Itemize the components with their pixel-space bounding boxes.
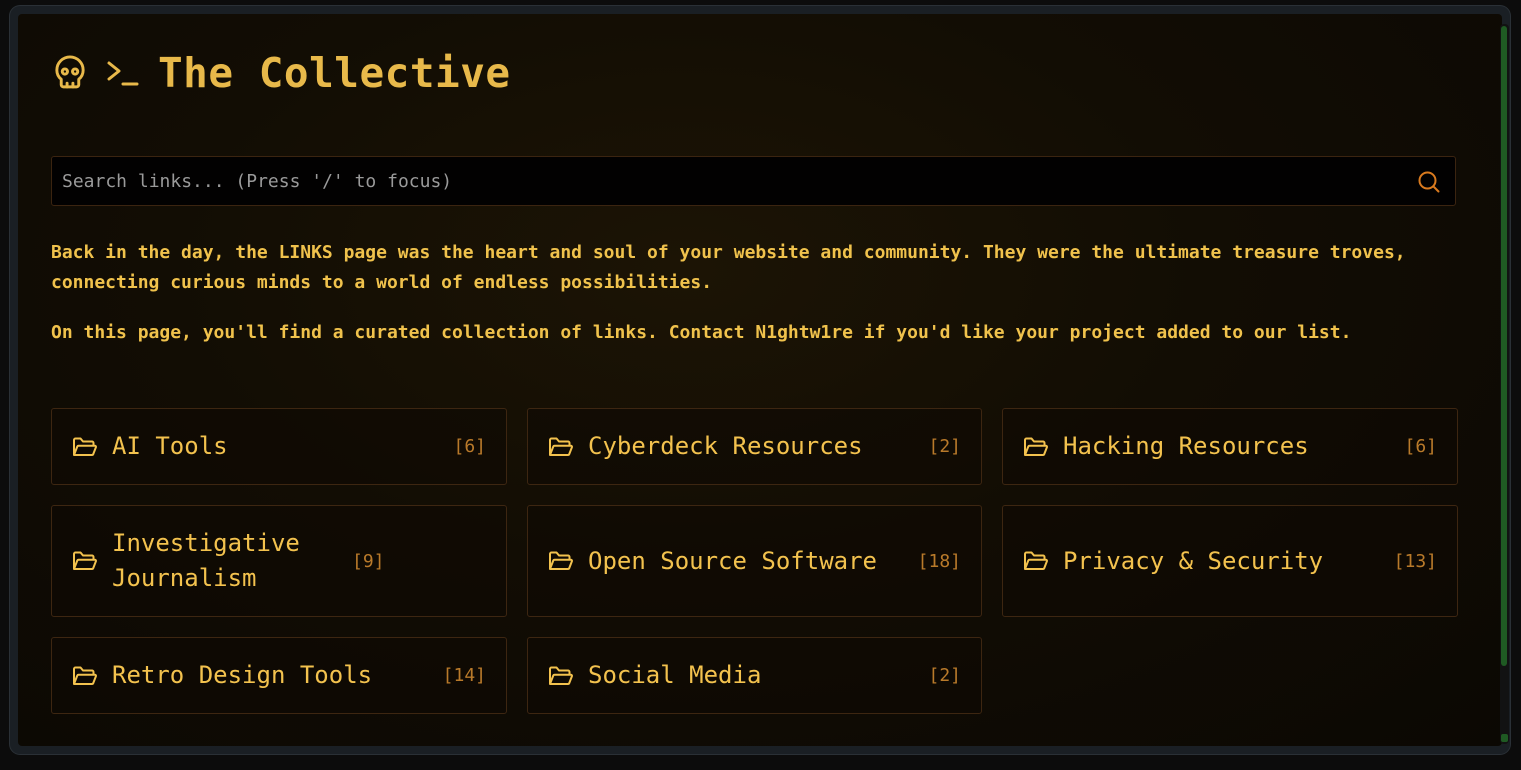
category-label: Privacy & Security: [1063, 546, 1324, 575]
category-card-retro-design-tools[interactable]: Retro Design Tools [14]: [51, 637, 507, 714]
category-count: [9]: [352, 550, 385, 572]
category-label: Social Media: [588, 661, 762, 689]
category-card-cyberdeck-resources[interactable]: Cyberdeck Resources [2]: [527, 408, 982, 485]
category-count: [6]: [1404, 436, 1437, 457]
category-label: AI Tools: [112, 432, 228, 460]
folder-open-icon: [549, 437, 573, 456]
category-count: [6]: [453, 436, 486, 457]
site-header: The Collective: [52, 46, 511, 100]
category-count: [14]: [442, 665, 486, 686]
intro-text: Back in the day, the LINKS page was the …: [51, 238, 1471, 348]
category-count: [2]: [928, 665, 961, 686]
category-label: Retro Design Tools: [112, 661, 373, 689]
category-card-social-media[interactable]: Social Media [2]: [527, 637, 982, 714]
category-label: Investigative Journalism: [112, 529, 300, 592]
folder-open-icon: [1024, 551, 1048, 570]
category-card-investigative-journalism[interactable]: Investigative Journalism [9]: [51, 505, 507, 617]
page-title: The Collective: [158, 49, 511, 97]
terminal-prompt-icon: [107, 61, 139, 86]
folder-open-icon: [73, 437, 97, 456]
category-card-hacking-resources[interactable]: Hacking Resources [6]: [1002, 408, 1458, 485]
category-label: Open Source Software: [588, 546, 877, 575]
scrollbar-down-arrow[interactable]: [1501, 734, 1508, 742]
folder-open-icon: [1024, 437, 1048, 456]
intro-paragraph-1: Back in the day, the LINKS page was the …: [51, 242, 1406, 293]
folder-open-icon: [73, 551, 97, 570]
category-count: [2]: [928, 436, 961, 457]
category-card-privacy-security[interactable]: Privacy & Security [13]: [1002, 505, 1458, 617]
folder-open-icon: [73, 666, 97, 685]
skull-icon: [55, 55, 85, 89]
search-bar[interactable]: [51, 156, 1456, 206]
intro-paragraph-2: On this page, you'll find a curated coll…: [51, 322, 1352, 343]
category-count: [18]: [917, 550, 961, 572]
scrollbar-thumb[interactable]: [1501, 26, 1507, 666]
folder-open-icon: [549, 666, 573, 685]
search-input[interactable]: [52, 157, 1412, 205]
category-card-open-source-software[interactable]: Open Source Software [18]: [527, 505, 982, 617]
category-card-ai-tools[interactable]: AI Tools [6]: [51, 408, 507, 485]
category-label: Cyberdeck Resources: [588, 432, 863, 460]
scrollbar[interactable]: [1500, 24, 1509, 744]
category-label: Hacking Resources: [1063, 432, 1309, 460]
folder-open-icon: [549, 551, 573, 570]
search-icon[interactable]: [1417, 170, 1441, 194]
category-count: [13]: [1393, 550, 1437, 572]
